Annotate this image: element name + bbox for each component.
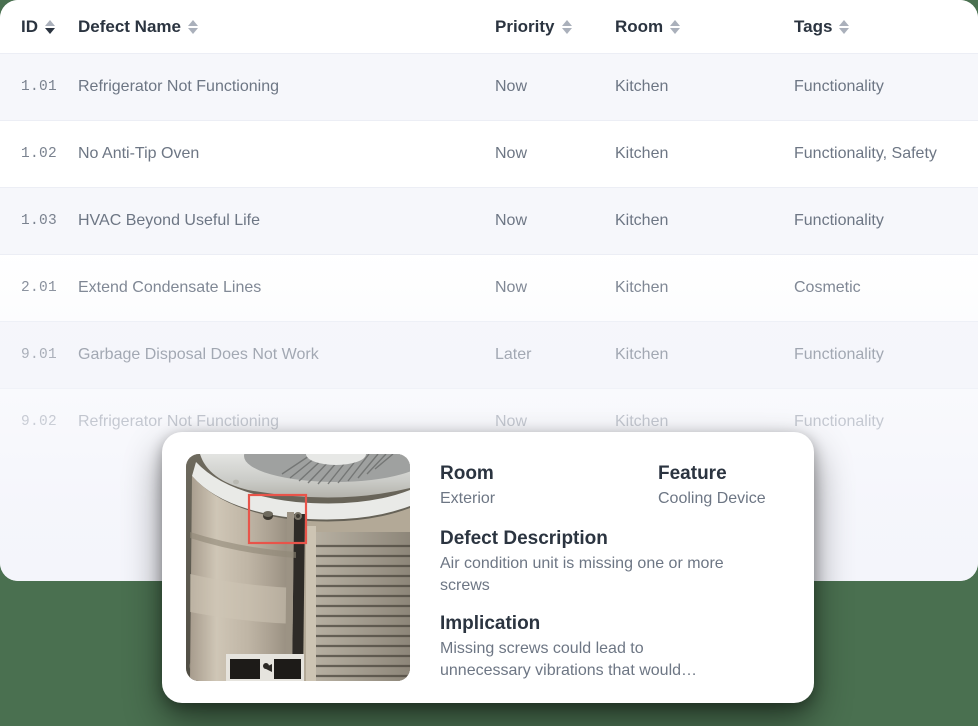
cell-name: Garbage Disposal Does Not Work (78, 346, 319, 363)
cell-name: HVAC Beyond Useful Life (78, 212, 261, 229)
sort-icon[interactable] (670, 19, 681, 34)
field-implication-value: Missing screws could lead to unnecessary… (440, 640, 698, 679)
cell-room: Kitchen (615, 145, 669, 162)
cell-priority: Now (495, 212, 528, 229)
table-row[interactable]: 1.02 No Anti-Tip Oven Now Kitchen Functi… (0, 120, 978, 187)
cell-tags: Functionality (794, 212, 884, 229)
cell-id: 1.03 (21, 213, 58, 229)
column-header-priority-label: Priority (495, 16, 555, 36)
cell-id: 1.02 (21, 146, 58, 162)
field-room-value: Exterior (440, 489, 496, 507)
cell-id: 2.01 (21, 280, 58, 296)
cell-room: Kitchen (615, 413, 669, 430)
sort-icon[interactable] (561, 19, 572, 34)
cell-tags: Functionality (794, 413, 884, 430)
cell-priority: Now (495, 78, 528, 95)
field-feature-label: Feature (658, 463, 727, 484)
cell-tags: Functionality, Safety (794, 145, 937, 162)
sort-icon[interactable] (188, 19, 198, 34)
field-implication: Implication Missing screws could lead to… (440, 612, 790, 681)
field-defect-description: Defect Description Air condition unit is… (440, 527, 790, 596)
field-feature-value: Cooling Device (658, 489, 766, 507)
column-header-id[interactable]: ID (21, 17, 55, 37)
table-row[interactable]: 1.01 Refrigerator Not Functioning Now Ki… (0, 53, 978, 120)
column-header-priority[interactable]: Priority (495, 17, 572, 37)
table-row[interactable]: 2.01 Extend Condensate Lines Now Kitchen… (0, 254, 978, 321)
cell-priority: Later (495, 346, 532, 363)
field-defect-description-value: Air condition unit is missing one or mor… (440, 555, 724, 594)
column-header-id-label: ID (21, 16, 38, 36)
cell-priority: Now (495, 145, 528, 162)
sort-icon[interactable] (45, 19, 55, 34)
column-header-defect-name-label: Defect Name (78, 16, 181, 36)
field-room: Room Exterior (440, 462, 658, 509)
room-feature-row: Room Exterior Feature Cooling Device (440, 462, 790, 509)
column-header-tags[interactable]: Tags (794, 16, 850, 37)
field-defect-description-label: Defect Description (440, 528, 608, 550)
cell-room: Kitchen (615, 346, 669, 363)
table-row[interactable]: 1.03 HVAC Beyond Useful Life Now Kitchen… (0, 187, 978, 254)
cell-tags: Functionality (794, 78, 884, 95)
cell-room: Kitchen (615, 78, 669, 95)
cell-id: 9.02 (21, 414, 58, 430)
column-header-tags-label: Tags (794, 16, 833, 36)
column-header-room[interactable]: Room (615, 16, 681, 37)
cell-priority: Now (495, 279, 528, 296)
cell-room: Kitchen (615, 279, 669, 296)
cell-id: 9.01 (21, 347, 58, 363)
defect-photo[interactable] (186, 454, 410, 681)
cell-priority: Now (495, 413, 528, 430)
defect-photo-image (186, 454, 410, 681)
defect-detail-card: Room Exterior Feature Cooling Device Def… (162, 432, 814, 703)
cell-room: Kitchen (615, 212, 669, 229)
defect-detail-fields: Room Exterior Feature Cooling Device Def… (440, 454, 790, 681)
table-header-row: ID Defect Name Priority Room Tags (0, 0, 978, 53)
column-header-defect-name[interactable]: Defect Name (78, 17, 198, 37)
cell-name: Extend Condensate Lines (78, 279, 262, 296)
column-header-room-label: Room (615, 16, 664, 36)
field-feature: Feature Cooling Device (658, 462, 766, 509)
cell-name: Refrigerator Not Functioning (78, 78, 279, 95)
cell-tags: Cosmetic (794, 279, 861, 296)
field-room-label: Room (440, 463, 494, 484)
cell-tags: Functionality (794, 346, 884, 363)
cell-name: No Anti-Tip Oven (78, 145, 200, 162)
field-implication-label: Implication (440, 613, 541, 635)
cell-name: Refrigerator Not Functioning (78, 413, 279, 430)
sort-icon[interactable] (839, 19, 850, 34)
cell-id: 1.01 (21, 79, 58, 95)
table-row[interactable]: 9.01 Garbage Disposal Does Not Work Late… (0, 321, 978, 388)
